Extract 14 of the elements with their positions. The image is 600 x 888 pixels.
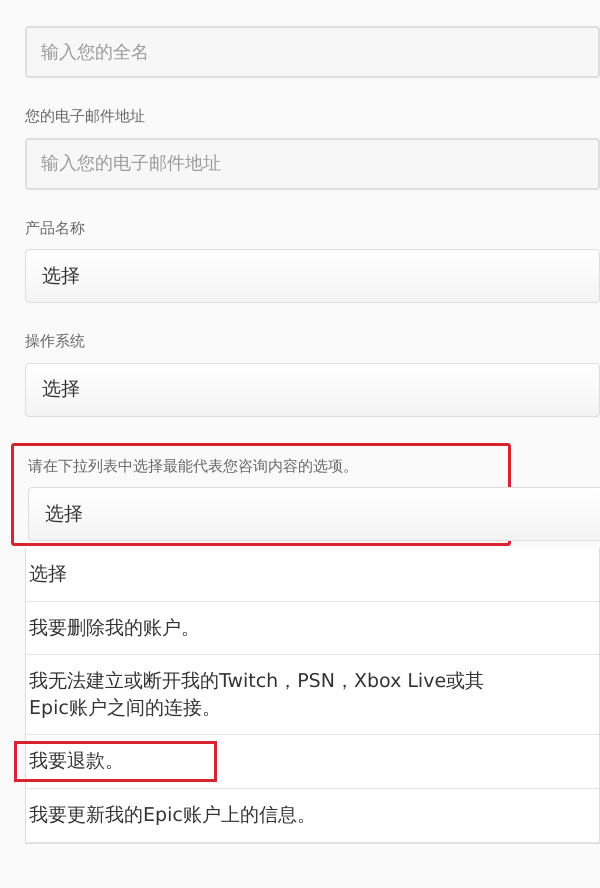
- text-field[interactable]: 输入您的全名: [25, 26, 600, 78]
- dropdown-option[interactable]: 我要退款。: [14, 741, 217, 782]
- text-field[interactable]: 输入您的电子邮件地址: [25, 138, 600, 190]
- field-label: 请在下拉列表中选择最能代表您咨询内容的选项。: [28, 456, 358, 476]
- dropdown-option[interactable]: 我要更新我的Epic账户上的信息。: [14, 794, 331, 836]
- field-label: 您的电子邮件地址: [25, 106, 145, 127]
- select-field[interactable]: 选择: [25, 362, 600, 416]
- field-label: 操作系统: [25, 331, 85, 352]
- dropdown-option[interactable]: 我无法建立或断开我的Twitch，PSN，Xbox Live或其 Epic账户之间的连接。: [14, 661, 500, 728]
- dropdown-option[interactable]: 选择: [14, 554, 82, 595]
- field-label: 产品名称: [25, 218, 85, 238]
- dropdown-option[interactable]: 我要删除我的账户。: [14, 608, 215, 648]
- select-field[interactable]: 选择: [28, 487, 600, 541]
- select-field[interactable]: 选择: [25, 249, 600, 303]
